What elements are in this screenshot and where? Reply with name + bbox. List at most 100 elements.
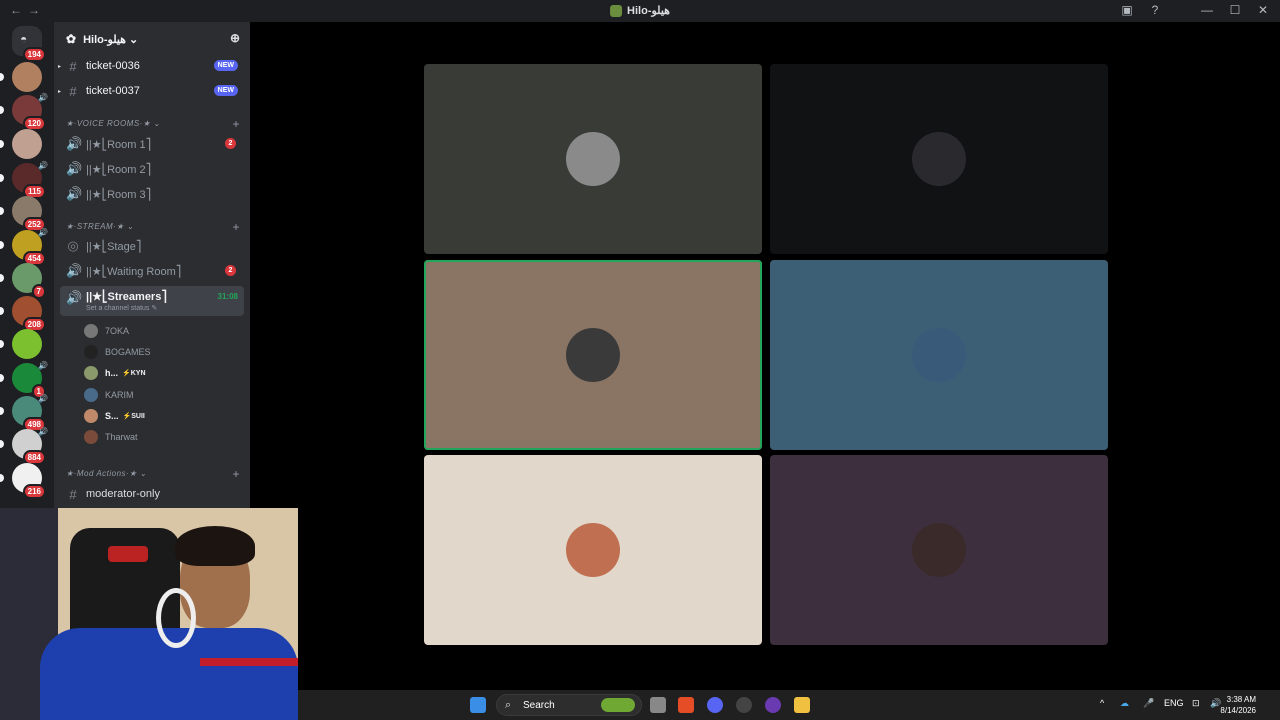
channel-name: ||★⎣Waiting Room⎤: [86, 265, 182, 278]
new-badge: NEW: [213, 85, 238, 96]
video-tile[interactable]: [424, 64, 762, 254]
user-count-badge: 2: [225, 138, 236, 149]
unread-pill: [0, 407, 4, 415]
speaker-active-icon: 🔊: [66, 290, 83, 305]
video-tile[interactable]: [770, 64, 1108, 254]
category-mod-actions[interactable]: ★·Mod Actions·★ ⌄ +: [66, 467, 244, 481]
app-icon[interactable]: [736, 697, 752, 713]
channel-name: ||★⎣Room 2⎤: [86, 163, 152, 176]
unread-pill: [0, 440, 4, 448]
server-header[interactable]: ✿ Hilo-هيلو ⌄ ⊕: [54, 22, 250, 56]
channel-room-3[interactable]: 🔊 ||★⎣Room 3⎤: [60, 183, 244, 205]
clock[interactable]: 3:38 AM 8/14/2026: [1220, 694, 1256, 716]
obs-icon[interactable]: [765, 697, 781, 713]
tray-overflow-icon[interactable]: ^: [1100, 698, 1104, 708]
task-view-icon[interactable]: [650, 697, 666, 713]
voice-member[interactable]: KARIM: [84, 386, 134, 404]
server-icon[interactable]: 🔊 884: [12, 427, 48, 465]
participant-avatar: [566, 523, 620, 577]
server-icon[interactable]: 252: [12, 196, 46, 232]
voice-active-icon: 🔊: [38, 394, 48, 403]
voice-member[interactable]: h... ⚡KYN: [84, 364, 146, 382]
channel-name: ticket-0037: [86, 85, 140, 97]
language-indicator[interactable]: ENG: [1164, 698, 1184, 708]
add-channel-icon[interactable]: +: [232, 220, 240, 234]
server-icon: [610, 4, 623, 17]
server-icon[interactable]: 🔊 454: [12, 228, 48, 266]
category-voice-rooms[interactable]: ★·VOICE ROOMS·★ ⌄ +: [66, 117, 244, 131]
clock-time: 3:38 AM: [1226, 695, 1256, 704]
channel-waiting-room[interactable]: 🔊 ||★⎣Waiting Room⎤ 2: [60, 260, 244, 282]
avatar: [84, 324, 98, 338]
brave-browser-icon[interactable]: [678, 697, 694, 713]
avatar: [84, 430, 98, 444]
help-icon[interactable]: ?: [1146, 3, 1164, 17]
add-channel-icon[interactable]: +: [232, 117, 240, 131]
hashtag-icon: #: [69, 83, 77, 99]
minimize-button[interactable]: —: [1198, 3, 1216, 17]
category-label: ★·STREAM·★ ⌄: [66, 222, 134, 231]
server-icon[interactable]: 🔊 120: [12, 93, 48, 131]
channel-room-2[interactable]: 🔊 ||★⎣Room 2⎤: [60, 158, 244, 180]
stage-icon: ◎: [67, 238, 79, 253]
participant-avatar: [912, 132, 966, 186]
channel-ticket-0037[interactable]: ▸ # ticket-0037 NEW: [58, 80, 244, 102]
server-icon[interactable]: 🔊 115: [12, 161, 48, 199]
windows-start-icon[interactable]: [470, 697, 486, 713]
microphone-icon[interactable]: 🎤: [1143, 698, 1154, 709]
close-button[interactable]: ✕: [1254, 3, 1272, 17]
file-explorer-icon[interactable]: [794, 697, 810, 713]
onedrive-icon[interactable]: ☁: [1120, 698, 1129, 709]
voice-member[interactable]: 7OKA: [84, 322, 129, 340]
category-stream[interactable]: ★·STREAM·★ ⌄ +: [66, 220, 244, 234]
back-arrow-icon[interactable]: ←: [10, 3, 28, 17]
discord-taskbar-icon[interactable]: [707, 697, 723, 713]
window-title-text: Hilo-هيلو: [627, 5, 670, 17]
network-icon[interactable]: ⊡: [1192, 698, 1200, 709]
home-badge: 194: [22, 47, 46, 62]
inbox-icon[interactable]: ▣: [1118, 3, 1136, 17]
participant-avatar: [566, 132, 620, 186]
add-channel-icon[interactable]: +: [232, 467, 240, 481]
server-icon[interactable]: [12, 62, 42, 92]
video-tile[interactable]: [770, 455, 1108, 645]
channel-name: ||★⎣Room 3⎤: [86, 188, 152, 201]
channel-status-link[interactable]: Set a channel status ✎: [86, 304, 157, 312]
server-settings-icon: ✿: [66, 32, 77, 46]
home-button[interactable]: ◓ 194: [12, 26, 46, 62]
category-label: ★·VOICE ROOMS·★ ⌄: [66, 119, 161, 128]
voice-member[interactable]: S... ⚡SUII: [84, 407, 145, 425]
channel-name: ||★⎣Room 1⎤: [86, 138, 152, 151]
video-tile[interactable]: [424, 455, 762, 645]
server-icon[interactable]: 🔊 1: [12, 361, 48, 399]
server-icon[interactable]: 208: [12, 296, 46, 332]
video-tile[interactable]: [424, 260, 762, 450]
window-controls: ▣ ? — ☐ ✕: [1118, 3, 1272, 17]
server-icon[interactable]: 🔊 498: [12, 394, 48, 432]
video-tile[interactable]: [770, 260, 1108, 450]
channel-moderator-only[interactable]: # moderator-only: [60, 483, 244, 505]
participant-avatar: [912, 328, 966, 382]
discord-icon: ◓: [20, 32, 28, 46]
avatar: [84, 345, 98, 359]
channel-room-1[interactable]: 🔊 ||★⎣Room 1⎤ 2: [60, 133, 244, 155]
member-name: h...: [105, 368, 118, 378]
maximize-button[interactable]: ☐: [1226, 3, 1244, 17]
voice-member[interactable]: Tharwat: [84, 428, 138, 446]
invite-icon[interactable]: ⊕: [230, 31, 240, 45]
channel-stage[interactable]: ◎ ||★⎣Stage⎤: [60, 235, 244, 257]
channel-ticket-0036[interactable]: ▸ # ticket-0036 NEW: [58, 55, 244, 77]
server-icon[interactable]: 216: [12, 463, 46, 499]
forward-arrow-icon[interactable]: →: [28, 3, 46, 17]
nav-buttons[interactable]: ←→: [10, 3, 46, 17]
unread-pill: [0, 374, 4, 382]
title-bar: ←→ Hilo-هيلو ▣ ? — ☐ ✕: [0, 0, 1280, 22]
member-name: S...: [105, 411, 119, 421]
server-icon[interactable]: [12, 329, 42, 359]
clock-date: 8/14/2026: [1220, 706, 1256, 715]
server-icon[interactable]: [12, 129, 42, 159]
server-icon[interactable]: 7: [12, 263, 46, 299]
taskbar-search[interactable]: ⌕ Search: [496, 694, 642, 716]
voice-member[interactable]: BOGAMES: [84, 343, 151, 361]
channel-streamers[interactable]: 🔊 ||★⎣Streamers⎤ 31:08 Set a channel sta…: [60, 286, 244, 316]
